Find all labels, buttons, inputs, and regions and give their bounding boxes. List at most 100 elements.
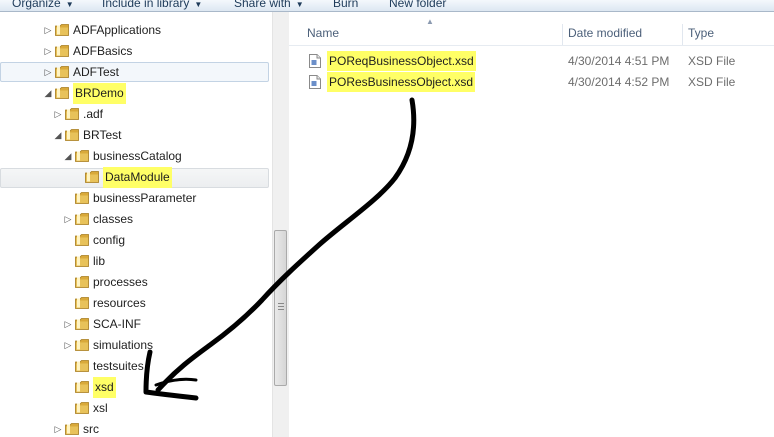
folder-icon — [55, 66, 69, 78]
grip-line — [278, 303, 284, 304]
folder-icon — [75, 339, 89, 351]
tree-item-label: xsd — [93, 377, 116, 398]
command-bar: Organize ▼ Include in library ▼ Share with… — [0, 0, 774, 12]
tree-item-label: testsuites — [93, 359, 144, 373]
grip-line — [278, 306, 284, 307]
tree-item-label: ADFApplications — [73, 23, 162, 37]
expanded-chevron-icon[interactable]: ◢ — [44, 88, 52, 98]
xsd-file-icon — [309, 54, 321, 68]
sort-up-icon: ▲ — [426, 17, 434, 26]
file-list-pane: ▲ Name Date modified Type POReqBusinessO… — [289, 12, 774, 437]
tree-item-adfbasics[interactable]: ▷ ADFBasics — [0, 41, 268, 62]
folder-icon — [55, 24, 69, 36]
tree-item-xsd[interactable]: xsd — [0, 377, 268, 398]
include-in-library-label: Include in library — [102, 0, 190, 10]
tree-item-businessparameter[interactable]: businessParameter — [0, 188, 268, 209]
tree-item-label: ADFTest — [73, 65, 120, 79]
folder-icon — [75, 276, 89, 288]
xsd-file-icon — [309, 75, 321, 89]
collapsed-chevron-icon[interactable]: ▷ — [64, 214, 72, 224]
share-with-label: Share with — [234, 0, 291, 10]
column-header-name[interactable]: Name — [307, 22, 339, 44]
collapsed-chevron-icon[interactable]: ▷ — [64, 340, 72, 350]
tree-item-label: classes — [93, 212, 134, 226]
burn-button[interactable]: Burn — [333, 0, 358, 11]
folder-icon — [75, 234, 89, 246]
dropdown-arrow-icon: ▼ — [65, 0, 74, 9]
tree-item-label: SCA-INF — [93, 317, 141, 331]
organize-button[interactable]: Organize ▼ — [12, 0, 74, 11]
file-date: 4/30/2014 4:51 PM — [568, 54, 670, 68]
tree-item-datamodule[interactable]: DataModule — [0, 167, 268, 188]
tree-item-label: businessParameter — [93, 191, 197, 205]
tree-item-label: ADFBasics — [73, 44, 133, 58]
dropdown-arrow-icon: ▼ — [295, 0, 304, 9]
grip-line — [278, 309, 284, 310]
header-divider — [289, 45, 774, 46]
tree-item-label: simulations — [93, 338, 154, 352]
tree-item-label: processes — [93, 275, 148, 289]
collapsed-chevron-icon[interactable]: ▷ — [44, 25, 52, 35]
expanded-chevron-icon[interactable]: ◢ — [64, 151, 72, 161]
column-header-date-modified[interactable]: Date modified — [568, 22, 642, 44]
folder-icon — [75, 192, 89, 204]
scrollbar-thumb[interactable] — [274, 230, 287, 386]
column-divider — [682, 24, 683, 46]
share-with-button[interactable]: Share with ▼ — [234, 0, 304, 11]
nav-scrollbar[interactable] — [272, 12, 289, 437]
tree-item-brtest[interactable]: ◢ BRTest — [0, 125, 268, 146]
folder-icon — [75, 318, 89, 330]
tree-item-simulations[interactable]: ▷ simulations — [0, 335, 268, 356]
expanded-chevron-icon[interactable]: ◢ — [54, 130, 62, 140]
new-folder-button[interactable]: New folder — [389, 0, 446, 11]
folder-icon — [75, 213, 89, 225]
tree-item-adfapplications[interactable]: ▷ ADFApplications — [0, 20, 268, 41]
folder-icon — [65, 423, 79, 435]
tree-item-src[interactable]: ▷ src — [0, 419, 268, 437]
column-header-type[interactable]: Type — [688, 22, 714, 44]
file-name: POReqBusinessObject.xsd — [327, 51, 476, 71]
tree-item-resources[interactable]: resources — [0, 293, 268, 314]
tree-item-label: src — [83, 422, 99, 436]
tree-item-label: config — [93, 233, 126, 247]
tree-item-classes[interactable]: ▷ classes — [0, 209, 268, 230]
file-type: XSD File — [688, 54, 736, 68]
collapsed-chevron-icon[interactable]: ▷ — [64, 319, 72, 329]
dropdown-arrow-icon: ▼ — [194, 0, 203, 9]
folder-icon — [75, 360, 89, 372]
folder-icon — [75, 255, 89, 267]
tree-item-brdemo[interactable]: ◢ BRDemo — [0, 83, 268, 104]
folder-icon — [65, 129, 79, 141]
tree-item-label: BRTest — [83, 128, 122, 142]
collapsed-chevron-icon[interactable]: ▷ — [44, 46, 52, 56]
organize-label: Organize — [12, 0, 61, 10]
tree-item-sca-inf[interactable]: ▷ SCA-INF — [0, 314, 268, 335]
include-in-library-button[interactable]: Include in library ▼ — [102, 0, 202, 11]
collapsed-chevron-icon[interactable]: ▷ — [44, 67, 52, 77]
collapsed-chevron-icon[interactable]: ▷ — [54, 109, 62, 119]
tree-item-xsl[interactable]: xsl — [0, 398, 268, 419]
tree-item-adftest[interactable]: ▷ ADFTest — [0, 62, 268, 83]
tree-item-testsuites[interactable]: testsuites — [0, 356, 268, 377]
tree-item-processes[interactable]: processes — [0, 272, 268, 293]
navigation-pane: ▷ ADFApplications ▷ ADFBasics ▷ ADFTest ◢ BRDem… — [0, 12, 272, 437]
file-type: XSD File — [688, 75, 736, 89]
folder-icon — [75, 150, 89, 162]
tree-item-label: .adf — [83, 107, 104, 121]
file-date: 4/30/2014 4:52 PM — [568, 75, 670, 89]
file-name: POResBusinessObject.xsd — [327, 72, 476, 92]
folder-icon — [55, 87, 69, 99]
folder-icon — [65, 108, 79, 120]
tree-item-businesscatalog[interactable]: ◢ businessCatalog — [0, 146, 268, 167]
tree-item-label: xsl — [93, 401, 108, 415]
tree-item-config[interactable]: config — [0, 230, 268, 251]
tree-item-label: businessCatalog — [93, 149, 182, 163]
tree-item-label: BRDemo — [73, 83, 126, 104]
folder-icon — [75, 297, 89, 309]
tree-item-lib[interactable]: lib — [0, 251, 268, 272]
folder-icon — [55, 45, 69, 57]
folder-icon — [75, 381, 89, 393]
collapsed-chevron-icon[interactable]: ▷ — [54, 424, 62, 434]
tree-item--adf[interactable]: ▷ .adf — [0, 104, 268, 125]
column-divider — [562, 24, 563, 46]
